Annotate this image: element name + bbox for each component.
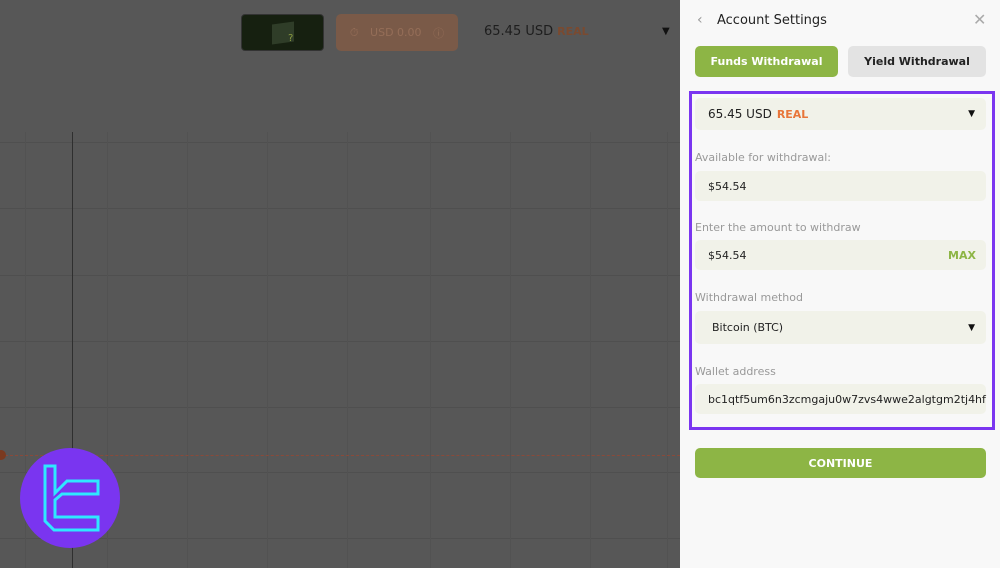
account-select-type: REAL xyxy=(776,107,809,121)
continue-button[interactable]: CONTINUE xyxy=(695,448,986,478)
withdrawal-method-select[interactable]: Bitcoin (BTC) ▼ xyxy=(695,311,986,344)
caret-down-icon[interactable]: ▼ xyxy=(662,26,670,37)
tab-yield-withdrawal[interactable]: Yield Withdrawal xyxy=(848,46,986,77)
account-type: REAL xyxy=(557,25,589,38)
grid-line xyxy=(667,132,668,568)
account-selector[interactable]: 65.45 USD REAL xyxy=(484,24,589,39)
grid-line xyxy=(0,142,680,143)
back-chevron-icon[interactable]: ‹ xyxy=(697,12,703,28)
account-balance: 65.45 USD xyxy=(484,24,554,39)
trading-chart[interactable]: ? ⏱ USD 0.00 ⓘ 65.45 USD REAL ▼ xyxy=(0,0,680,568)
caret-down-icon: ▼ xyxy=(968,109,975,119)
method-value: Bitcoin (BTC) xyxy=(712,321,784,334)
grid-line xyxy=(0,407,680,408)
available-field: $54.54 xyxy=(695,171,986,201)
close-icon[interactable]: ✕ xyxy=(973,10,986,29)
timer-label: USD 0.00 xyxy=(370,26,422,39)
stopwatch-icon: ⏱ xyxy=(349,25,359,39)
wallet-address-input[interactable]: bc1qtf5um6n3zcmgaju0w7zvs4wwe2algtgm2tj4… xyxy=(695,384,986,414)
amount-input[interactable]: $54.54 MAX xyxy=(695,240,986,270)
panel-title: Account Settings xyxy=(717,13,827,28)
info-icon: ⓘ xyxy=(433,26,445,40)
grid-line xyxy=(0,275,680,276)
grid-line xyxy=(430,132,431,568)
grid-line xyxy=(590,132,591,568)
wallet-label: Wallet address xyxy=(695,365,776,378)
bonus-timer-button[interactable]: ⏱ USD 0.00 ⓘ xyxy=(336,14,458,51)
caret-down-icon: ▼ xyxy=(968,322,975,333)
method-label: Withdrawal method xyxy=(695,291,803,304)
grid-line xyxy=(510,132,511,568)
grid-line xyxy=(267,132,268,568)
grid-line xyxy=(0,341,680,342)
question-icon: ? xyxy=(288,33,294,44)
mystery-box-button[interactable]: ? xyxy=(241,14,324,51)
wallet-value: bc1qtf5um6n3zcmgaju0w7zvs4wwe2algtgm2tj4… xyxy=(708,392,986,406)
price-dot xyxy=(0,450,6,460)
account-select-balance: 65.45 USD xyxy=(708,107,772,121)
watermark-logo xyxy=(20,448,120,548)
available-value: $54.54 xyxy=(708,179,747,193)
amount-label: Enter the amount to withdraw xyxy=(695,221,861,234)
grid-line xyxy=(0,208,680,209)
account-settings-panel: ‹ Account Settings ✕ Funds Withdrawal Yi… xyxy=(680,0,1000,568)
grid-line xyxy=(187,132,188,568)
amount-value: $54.54 xyxy=(708,248,747,262)
account-select[interactable]: 65.45 USD REAL ▼ xyxy=(695,98,986,130)
tab-funds-withdrawal[interactable]: Funds Withdrawal xyxy=(695,46,838,77)
grid-line xyxy=(347,132,348,568)
max-button[interactable]: MAX xyxy=(948,249,976,262)
available-label: Available for withdrawal: xyxy=(695,151,831,164)
